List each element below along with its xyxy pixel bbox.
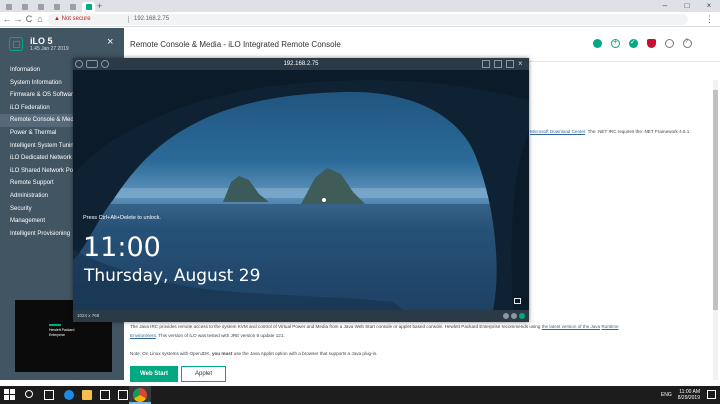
tab-favicon-icon <box>70 4 76 10</box>
edge-icon[interactable] <box>64 390 74 400</box>
forward-button[interactable]: → <box>13 13 23 26</box>
search-icon[interactable] <box>25 390 33 398</box>
browser-tab[interactable] <box>50 2 65 12</box>
browser-tab-active[interactable] <box>82 2 95 12</box>
health-icon[interactable] <box>629 38 638 48</box>
console-fit-icon[interactable] <box>482 60 490 68</box>
language-indicator[interactable]: ENG <box>661 392 672 398</box>
environment-link[interactable]: Environment <box>130 333 156 338</box>
tab-favicon-icon <box>54 4 60 10</box>
browser-toolbar: ← → C ⌂ ▲ Not secure 192.168.2.75 ⋮ <box>0 12 720 27</box>
console-window-buttons: × <box>482 60 526 68</box>
file-explorer-icon[interactable] <box>82 390 92 400</box>
console-status-indicators <box>503 313 525 319</box>
browser-tab[interactable] <box>34 2 49 12</box>
address-bar[interactable]: ▲ Not secure 192.168.2.75 <box>48 14 688 25</box>
mail-icon[interactable] <box>118 390 128 400</box>
browser-tab[interactable] <box>18 2 33 12</box>
web-start-button[interactable]: Web Start <box>130 366 178 382</box>
warning-icon: ▲ <box>54 16 60 22</box>
note-text: Note: On Linux systems with OpenJDK, <box>130 351 212 356</box>
thumbnail-brand-line1: Hewlett Packard <box>49 328 75 332</box>
lockscreen-status-icons <box>514 298 521 304</box>
power-status-icon <box>519 313 525 319</box>
page-title: Remote Console & Media - iLO Integrated … <box>130 40 341 49</box>
url-text[interactable]: 192.168.2.75 <box>134 14 169 25</box>
back-button[interactable]: ← <box>2 13 12 26</box>
security-shield-icon[interactable] <box>647 39 656 48</box>
taskbar-clock[interactable]: 11:00 AM 8/29/2019 <box>678 389 700 401</box>
tab-favicon-icon <box>38 4 44 10</box>
page-header: Remote Console & Media - iLO Integrated … <box>124 28 720 62</box>
close-window-button[interactable]: × <box>698 0 720 12</box>
window-controls: – □ × <box>654 0 720 12</box>
network-icon <box>514 298 521 304</box>
net-irc-text: . The .NET IRC requires the .NET Framewo… <box>585 129 690 134</box>
browser-tab[interactable] <box>66 2 81 12</box>
page-scrollbar[interactable] <box>713 80 718 380</box>
tab-favicon-icon <box>86 4 92 10</box>
indicator-icon <box>503 313 509 319</box>
console-screen[interactable]: Press Ctrl+Alt+Delete to unlock. 11:00 T… <box>73 70 529 310</box>
minimize-button[interactable]: – <box>654 0 676 12</box>
windows-start-icon[interactable] <box>4 389 15 400</box>
browser-tab[interactable] <box>2 2 17 12</box>
browser-menu-button[interactable]: ⋮ <box>705 13 714 26</box>
browser-tab-strip: + – □ × <box>0 0 720 12</box>
status-icon[interactable] <box>593 39 602 48</box>
console-fullscreen-icon[interactable] <box>506 60 514 68</box>
lockscreen-date: Thursday, August 29 <box>84 266 261 286</box>
home-button[interactable]: ⌂ <box>35 13 45 26</box>
taskbar-date: 8/29/2019 <box>677 395 700 401</box>
page-scrollbar-thumb[interactable] <box>713 90 718 310</box>
task-view-icon[interactable] <box>44 390 54 400</box>
remote-console-window: 192.168.2.75 × Press Ctrl+Alt+Delete to … <box>73 58 529 322</box>
remote-console-titlebar[interactable]: 192.168.2.75 × <box>73 58 529 70</box>
reload-button[interactable]: C <box>24 13 34 26</box>
notifications-icon[interactable] <box>707 390 716 399</box>
hpe-logo-icon <box>9 37 23 51</box>
windows-taskbar: ENG 11:00 AM 8/29/2019 <box>0 386 720 404</box>
sidebar-title: iLO 5 <box>30 36 53 46</box>
console-resolution: 1024 x 768 <box>77 313 100 318</box>
console-popout-icon[interactable] <box>494 60 502 68</box>
note-emphasis: you must <box>211 351 233 356</box>
java-irc-paragraph-1: The Java IRC provides remote access to t… <box>130 324 619 330</box>
header-icons <box>593 37 692 48</box>
not-secure-label: Not secure <box>61 16 91 22</box>
note-text-end: use the Java Applet option with a browse… <box>232 351 378 356</box>
new-tab-button[interactable]: + <box>97 1 102 11</box>
user-icon[interactable] <box>665 39 674 48</box>
help-icon[interactable] <box>683 39 692 48</box>
sidebar-close-button[interactable]: × <box>107 36 113 48</box>
net-irc-snippet: Microsoft Download Center. The .NET IRC … <box>530 129 689 135</box>
sidebar-version: 1.45 Jan 27 2019 <box>30 46 69 52</box>
maximize-button[interactable]: □ <box>676 0 698 12</box>
not-secure-indicator[interactable]: ▲ Not secure <box>54 14 91 25</box>
java-runtime-link[interactable]: Runtime <box>601 324 618 329</box>
tab-favicon-icon <box>6 4 12 10</box>
thumbnail-brand-line2: Enterprise <box>49 333 65 337</box>
microsoft-download-link[interactable]: Microsoft Download Center <box>530 129 585 134</box>
jre-version-text: . This version of iLO was tested with JR… <box>155 333 285 338</box>
system-tray: ENG 11:00 AM 8/29/2019 <box>661 386 700 404</box>
store-icon[interactable] <box>100 390 110 400</box>
console-ip-title: 192.168.2.75 <box>283 61 319 67</box>
hpe-logo-bar <box>49 324 61 326</box>
console-close-button[interactable]: × <box>518 60 526 68</box>
console-status-bar: 1024 x 768 <box>73 310 529 322</box>
ctrl-alt-del-hint: Press Ctrl+Alt+Delete to unlock. <box>83 215 161 221</box>
java-irc-paragraph-2: Environment. This version of iLO was tes… <box>130 333 285 339</box>
indicator-icon <box>511 313 517 319</box>
openjdk-note: Note: On Linux systems with OpenJDK, you… <box>130 351 377 357</box>
lockscreen-time: 11:00 <box>83 232 161 263</box>
java-latest-link[interactable]: the latest version of the Java <box>542 324 600 329</box>
omnibox-divider <box>128 16 129 23</box>
tab-favicon-icon <box>22 4 28 10</box>
add-icon[interactable] <box>611 37 620 48</box>
java-para-text: The Java IRC provides remote access to t… <box>130 324 542 329</box>
applet-button[interactable]: Applet <box>181 366 226 382</box>
chrome-icon[interactable] <box>133 388 147 402</box>
